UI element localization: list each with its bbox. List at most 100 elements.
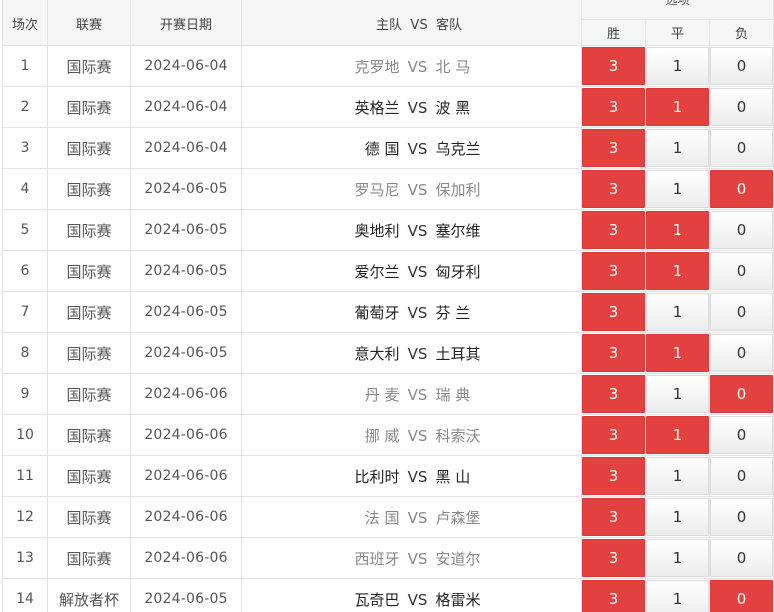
draw-option-button[interactable]: 1 <box>646 375 709 413</box>
draw-option-button[interactable]: 1 <box>646 47 709 85</box>
home-team: 瓦奇巴 <box>354 590 400 609</box>
win-option-button[interactable]: 3 <box>582 416 645 454</box>
table-row: 8 国际赛 2024-06-05 意大利 VS 土耳其 3 1 0 <box>2 332 774 374</box>
home-team: 挪 威 <box>364 426 400 445</box>
table-row: 1 国际赛 2024-06-04 克罗地 VS 北 马310 <box>2 45 774 87</box>
vs-label: VS <box>407 303 428 322</box>
draw-option-button[interactable]: 1 <box>646 252 709 290</box>
league-name: 国际赛 <box>47 86 131 128</box>
table-row: 13 国际赛 2024-06-06 西班牙 VS 安道尔 3 1 0 <box>2 537 774 579</box>
league-name: 国际赛 <box>47 537 131 579</box>
header-match: 主队 VS 客队 <box>241 0 582 46</box>
match-no: 12 <box>2 496 48 538</box>
draw-option-button[interactable]: 1 <box>646 580 709 612</box>
lose-option-button[interactable]: 0 <box>710 416 773 454</box>
match-date: 2024-06-06 <box>130 496 242 538</box>
header-win: 胜 <box>581 19 646 46</box>
match-rows: 1 国际赛 2024-06-04 克罗地 VS 北 马 3 1 0 2 国际赛 2024-06-04 英… <box>2 45 774 612</box>
lose-option-button[interactable]: 0 <box>710 539 773 577</box>
draw-option-button[interactable]: 1 <box>646 129 709 167</box>
win-option-button[interactable]: 3 <box>582 252 645 290</box>
draw-option-button[interactable]: 1 <box>646 293 709 331</box>
table-row: 5 国际赛 2024-06-05 奥地利 VS 塞尔维 3 1 0 <box>2 209 774 251</box>
match-date: 2024-06-05 <box>130 250 242 292</box>
vs-label: VS <box>407 590 428 609</box>
lose-option-button[interactable]: 0 <box>710 375 773 413</box>
match-date: 2024-06-04 <box>130 86 242 128</box>
table-row: 2 国际赛 2024-06-04 英格兰 VS 波 黑 310 <box>2 86 774 128</box>
vs-label: VS <box>407 57 428 76</box>
away-team: 芬 兰 <box>435 303 471 322</box>
vs-label: VS <box>407 221 428 240</box>
lose-option-button[interactable]: 0 <box>710 498 773 536</box>
header-draw: 平 <box>645 19 710 46</box>
match-no: 6 <box>2 250 48 292</box>
match-date: 2024-06-06 <box>130 373 242 415</box>
draw-option-button[interactable]: 1 <box>646 498 709 536</box>
league-name: 国际赛 <box>47 209 131 251</box>
match-date: 2024-06-05 <box>130 168 242 210</box>
lose-option-button[interactable]: 0 <box>710 129 773 167</box>
lose-option-button[interactable]: 0 <box>710 47 773 85</box>
lose-option-button[interactable]: 0 <box>710 334 773 372</box>
lose-option-button[interactable]: 0 <box>710 170 773 208</box>
match-no: 5 <box>2 209 48 251</box>
vs-label: VS <box>407 139 428 158</box>
home-team: 罗马尼 <box>354 180 400 199</box>
league-name: 国际赛 <box>47 414 131 456</box>
table-row: 3 国际赛 2024-06-04 德 国 VS 乌克兰 3 1 0 <box>2 127 774 169</box>
home-team: 意大利 <box>354 344 400 363</box>
home-team: 德 国 <box>364 139 400 158</box>
league-name: 国际赛 <box>47 127 131 169</box>
win-option-button[interactable]: 3 <box>582 211 645 249</box>
lose-option-button[interactable]: 0 <box>710 88 773 126</box>
vs-label: VS <box>407 262 428 281</box>
match-teams: 罗马尼 VS 保加利 <box>241 168 582 210</box>
draw-option-button[interactable]: 1 <box>646 334 709 372</box>
lottery-table-container: 场次 联赛 开赛日期 主队 VS 客队 选项 胜 平 负 1 国际赛 2024-06-0… <box>0 0 774 612</box>
header-lose: 负 <box>708 19 774 46</box>
match-no: 4 <box>2 168 48 210</box>
draw-option-button[interactable]: 1 <box>646 457 709 495</box>
lose-option-button[interactable]: 0 <box>710 457 773 495</box>
header-away: 客队 <box>436 17 463 33</box>
win-option-button[interactable]: 3 <box>582 129 645 167</box>
win-option-button[interactable]: 3 <box>582 170 645 208</box>
header-home: 主队 <box>375 17 402 33</box>
lose-option-button[interactable]: 0 <box>710 211 773 249</box>
win-option-button[interactable]: 3 <box>582 539 645 577</box>
draw-option-button[interactable]: 1 <box>646 211 709 249</box>
win-option-button[interactable]: 3 <box>582 457 645 495</box>
match-no: 3 <box>2 127 48 169</box>
league-name: 国际赛 <box>47 168 131 210</box>
win-option-button[interactable]: 3 <box>582 88 645 126</box>
vs-label: VS <box>407 508 428 527</box>
lose-option-button[interactable]: 0 <box>710 580 773 612</box>
draw-option-button[interactable]: 1 <box>646 88 709 126</box>
vs-label: VS <box>407 385 428 404</box>
draw-option-button[interactable]: 1 <box>646 539 709 577</box>
win-option-button[interactable]: 3 <box>582 47 645 85</box>
match-date: 2024-06-06 <box>130 414 242 456</box>
win-option-button[interactable]: 3 <box>582 293 645 331</box>
match-teams: 西班牙 VS 安道尔 <box>241 537 582 579</box>
table-row: 10 国际赛 2024-06-06 挪 威 VS 科索沃 3 1 0 <box>2 414 774 456</box>
away-team: 安道尔 <box>435 549 481 568</box>
header-league: 联赛 <box>47 0 131 46</box>
vs-label: VS <box>407 426 428 445</box>
win-option-button[interactable]: 3 <box>582 375 645 413</box>
match-date: 2024-06-05 <box>130 209 242 251</box>
lose-option-button[interactable]: 0 <box>710 252 773 290</box>
win-option-button[interactable]: 3 <box>582 580 645 612</box>
match-teams: 挪 威 VS 科索沃 <box>241 414 582 456</box>
match-no: 1 <box>2 45 48 87</box>
win-option-button[interactable]: 3 <box>582 334 645 372</box>
lose-option-button[interactable]: 0 <box>710 293 773 331</box>
draw-option-button[interactable]: 1 <box>646 170 709 208</box>
away-team: 匈牙利 <box>435 262 481 281</box>
draw-option-button[interactable]: 1 <box>646 416 709 454</box>
home-team: 克罗地 <box>354 57 400 76</box>
match-date: 2024-06-05 <box>130 291 242 333</box>
win-option-button[interactable]: 3 <box>582 498 645 536</box>
match-teams: 葡萄牙 VS 芬 兰 <box>241 291 582 333</box>
